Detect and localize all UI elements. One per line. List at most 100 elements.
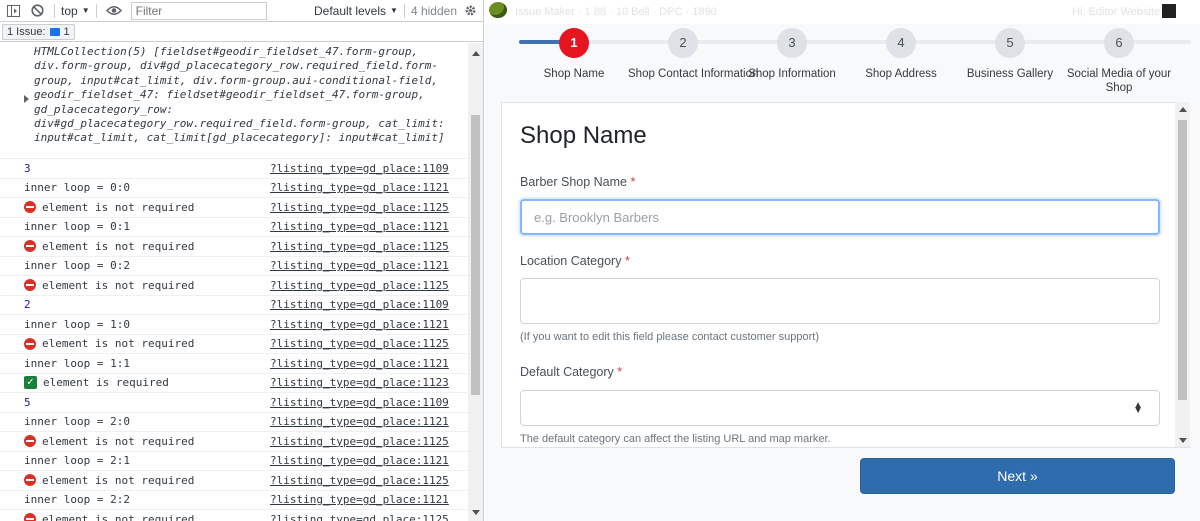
issues-bar: 1 Issue: 1 xyxy=(0,22,483,42)
default-category-select[interactable]: ▲ ▼ xyxy=(520,390,1160,426)
step-label[interactable]: Shop Contact Information xyxy=(628,67,758,81)
scrollbar-thumb[interactable] xyxy=(471,115,480,395)
step-number[interactable]: 1 xyxy=(559,28,589,58)
console-message-text: element is not required xyxy=(42,278,195,292)
dropdown-arrow-icon: ▼ xyxy=(390,6,398,15)
source-link[interactable]: ?listing_type=gd_place:1121 xyxy=(270,454,449,467)
console-row: 3 ?listing_type=gd_place:1109 xyxy=(0,159,468,179)
step-label[interactable]: Business Gallery xyxy=(955,67,1065,81)
console-message-text: element is not required xyxy=(42,434,195,448)
console-row: inner loop = 1:0 ?listing_type=gd_place:1… xyxy=(0,315,468,335)
console-message-text: inner loop = 0:2 xyxy=(24,259,130,273)
console-settings-gear-icon[interactable] xyxy=(457,0,483,22)
source-link[interactable]: ?listing_type=gd_place:1109 xyxy=(270,162,449,175)
step-number[interactable]: 5 xyxy=(995,28,1025,58)
wizard-step-3[interactable]: 3 Shop Information xyxy=(737,28,847,81)
error-stop-icon xyxy=(24,513,36,521)
form-footer: Next » xyxy=(501,447,1191,505)
source-link[interactable]: ?listing_type=gd_place:1121 xyxy=(270,415,449,428)
scroll-down-arrow-icon[interactable] xyxy=(472,510,480,515)
toolbar-divider xyxy=(403,3,405,18)
avatar[interactable] xyxy=(1162,4,1176,18)
admin-bar-greeting[interactable]: Hi, Editor Website xyxy=(1072,6,1160,18)
console-row: inner loop = 0:1 ?listing_type=gd_place:1… xyxy=(0,218,468,237)
console-filter-input[interactable] xyxy=(130,1,267,20)
source-link[interactable]: ?listing_type=gd_place:1121 xyxy=(270,357,449,370)
step-label[interactable]: Social Media of your Shop xyxy=(1060,67,1178,95)
source-link[interactable]: ?listing_type=gd_place:1125 xyxy=(270,435,449,448)
console-row: element is not required ?listing_type=gd_… xyxy=(0,510,468,521)
expand-arrow-icon[interactable] xyxy=(24,95,29,103)
devtools-panel: top ▼ Default levels ▼ 4 hidden 1 Issue:… xyxy=(0,0,484,521)
clear-console-icon[interactable] xyxy=(26,0,48,22)
step-label[interactable]: Shop Address xyxy=(846,67,956,81)
console-row: 5 ?listing_type=gd_place:1109 xyxy=(0,393,468,413)
source-link[interactable]: ?listing_type=gd_place:1125 xyxy=(270,201,449,214)
console-object-entry[interactable]: HTMLCollection(5) [fieldset#geodir_field… xyxy=(0,43,468,159)
field-label-text: Location Category xyxy=(520,254,622,268)
source-link[interactable]: ?listing_type=gd_place:1121 xyxy=(270,220,449,233)
scroll-up-arrow-icon[interactable] xyxy=(1179,107,1187,112)
source-link[interactable]: ?listing_type=gd_place:1125 xyxy=(270,474,449,487)
form-scrollbar[interactable] xyxy=(1175,102,1190,447)
field-label-text: Default Category xyxy=(520,365,614,379)
console-scrollbar[interactable] xyxy=(468,43,483,521)
source-link[interactable]: ?listing_type=gd_place:1121 xyxy=(270,493,449,506)
next-button[interactable]: Next » xyxy=(860,458,1175,494)
console-row: element is not required ?listing_type=gd_… xyxy=(0,237,468,257)
wizard-step-4[interactable]: 4 Shop Address xyxy=(846,28,956,81)
scrollbar-thumb[interactable] xyxy=(1178,120,1187,400)
wizard-step-5[interactable]: 5 Business Gallery xyxy=(955,28,1065,81)
toolbar-divider xyxy=(54,3,55,18)
console-message-text: element is not required xyxy=(42,512,195,521)
live-expression-eye-icon[interactable] xyxy=(103,0,125,22)
context-label: top xyxy=(61,3,78,18)
source-link[interactable]: ?listing_type=gd_place:1125 xyxy=(270,240,449,253)
wizard-step-2[interactable]: 2 Shop Contact Information xyxy=(628,28,758,81)
source-link[interactable]: ?listing_type=gd_place:1121 xyxy=(270,318,449,331)
source-link[interactable]: ?listing_type=gd_place:1125 xyxy=(270,279,449,292)
scroll-down-arrow-icon[interactable] xyxy=(1179,438,1187,443)
source-link[interactable]: ?listing_type=gd_place:1109 xyxy=(270,396,449,409)
step-number[interactable]: 3 xyxy=(777,28,807,58)
step-label[interactable]: Shop Information xyxy=(737,67,847,81)
error-stop-icon xyxy=(24,240,36,253)
site-logo-icon[interactable] xyxy=(489,2,507,18)
hidden-count: 4 hidden xyxy=(410,3,457,18)
issues-button[interactable]: 1 Issue: 1 xyxy=(2,23,75,40)
console-message-text: 5 xyxy=(24,395,31,409)
step-number[interactable]: 2 xyxy=(668,28,698,58)
wizard-step-1[interactable]: 1 Shop Name xyxy=(519,28,629,81)
source-link[interactable]: ?listing_type=gd_place:1123 xyxy=(270,376,449,389)
console-message-text: element is not required xyxy=(42,239,195,253)
barber-shop-name-label: Barber Shop Name * xyxy=(520,175,635,189)
form-panel: Shop Name Barber Shop Name * Location Ca… xyxy=(501,102,1175,447)
barber-shop-name-input[interactable] xyxy=(520,199,1160,235)
step-number[interactable]: 6 xyxy=(1104,28,1134,58)
wizard-step-6[interactable]: 6 Social Media of your Shop xyxy=(1064,28,1174,95)
console-message-text: inner loop = 0:1 xyxy=(24,220,130,234)
console-row: element is not required ?listing_type=gd_… xyxy=(0,335,468,354)
console-message-text: inner loop = 2:2 xyxy=(24,493,130,507)
scroll-up-arrow-icon[interactable] xyxy=(472,51,480,56)
log-levels-dropdown[interactable]: Default levels ▼ xyxy=(314,4,398,18)
source-link[interactable]: ?listing_type=gd_place:1125 xyxy=(270,513,449,521)
console-row: inner loop = 2:1 ?listing_type=gd_place:1… xyxy=(0,452,468,471)
step-label[interactable]: Shop Name xyxy=(519,67,629,81)
source-link[interactable]: ?listing_type=gd_place:1121 xyxy=(270,259,449,272)
console-message-text: element is not required xyxy=(42,200,195,214)
location-category-field[interactable] xyxy=(520,278,1160,324)
log-levels-label: Default levels xyxy=(313,3,387,18)
source-link[interactable]: ?listing_type=gd_place:1121 xyxy=(270,181,449,194)
check-mark-icon: ✓ xyxy=(24,376,37,390)
source-link[interactable]: ?listing_type=gd_place:1109 xyxy=(270,298,449,311)
context-selector[interactable]: top ▼ xyxy=(61,4,90,18)
step-number[interactable]: 4 xyxy=(886,28,916,58)
location-category-help: (If you want to edit this field please c… xyxy=(520,331,819,343)
source-link[interactable]: ?listing_type=gd_place:1125 xyxy=(270,337,449,350)
console-toolbar: top ▼ Default levels ▼ 4 hidden xyxy=(0,0,483,22)
web-page: Issue Maker · 1 88 · 10 Bell · DPC · 189… xyxy=(485,0,1200,521)
sidebar-toggle-icon[interactable] xyxy=(0,0,26,22)
admin-bar-site[interactable]: Issue Maker · 1 88 · 10 Bell · DPC · 189… xyxy=(515,6,717,18)
message-icon xyxy=(49,27,60,36)
